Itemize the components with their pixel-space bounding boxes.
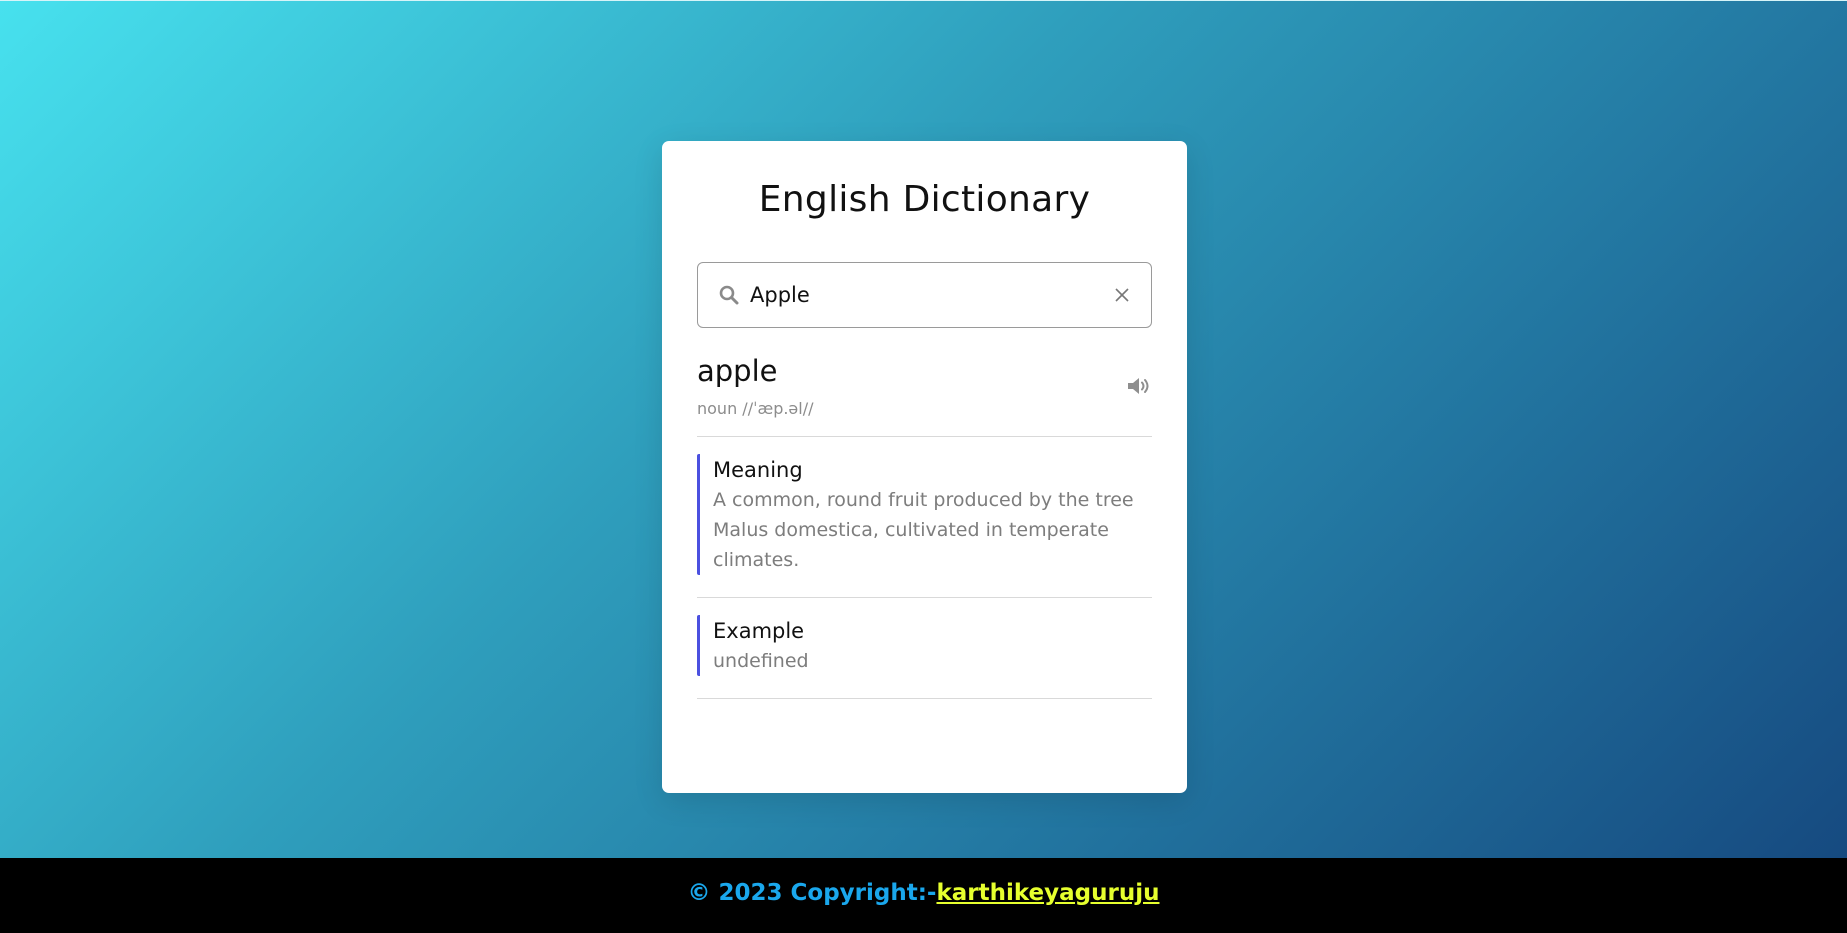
example-title: Example bbox=[713, 619, 805, 643]
volume-icon[interactable] bbox=[1126, 375, 1152, 397]
example-block: Example undefined bbox=[697, 615, 1152, 676]
meaning-title: Meaning bbox=[713, 458, 803, 482]
word-title: apple bbox=[697, 354, 778, 388]
meaning-section: Meaning A common, round fruit produced b… bbox=[697, 454, 1152, 598]
example-section: Example undefined bbox=[697, 615, 1152, 699]
example-text: undefined bbox=[713, 650, 809, 672]
close-icon[interactable] bbox=[1113, 286, 1131, 304]
dictionary-card: English Dictionary apple noun //ˈæp.əl//… bbox=[662, 141, 1187, 793]
word-header: apple noun //ˈæp.əl// bbox=[697, 354, 1152, 437]
phonetic-text: noun //ˈæp.əl// bbox=[697, 399, 814, 418]
meaning-block: Meaning A common, round fruit produced b… bbox=[697, 454, 1152, 575]
copyright-text: © 2023 Copyright:- bbox=[687, 880, 937, 906]
author-link[interactable]: karthikeyaguruju bbox=[936, 880, 1159, 906]
search-icon bbox=[719, 285, 739, 305]
search-input[interactable] bbox=[750, 275, 1090, 315]
footer: © 2023 Copyright:-karthikeyaguruju bbox=[0, 858, 1847, 933]
meaning-text: A common, round fruit produced by the tr… bbox=[713, 489, 1134, 571]
search-box[interactable] bbox=[697, 262, 1152, 328]
page-title: English Dictionary bbox=[758, 179, 1091, 220]
